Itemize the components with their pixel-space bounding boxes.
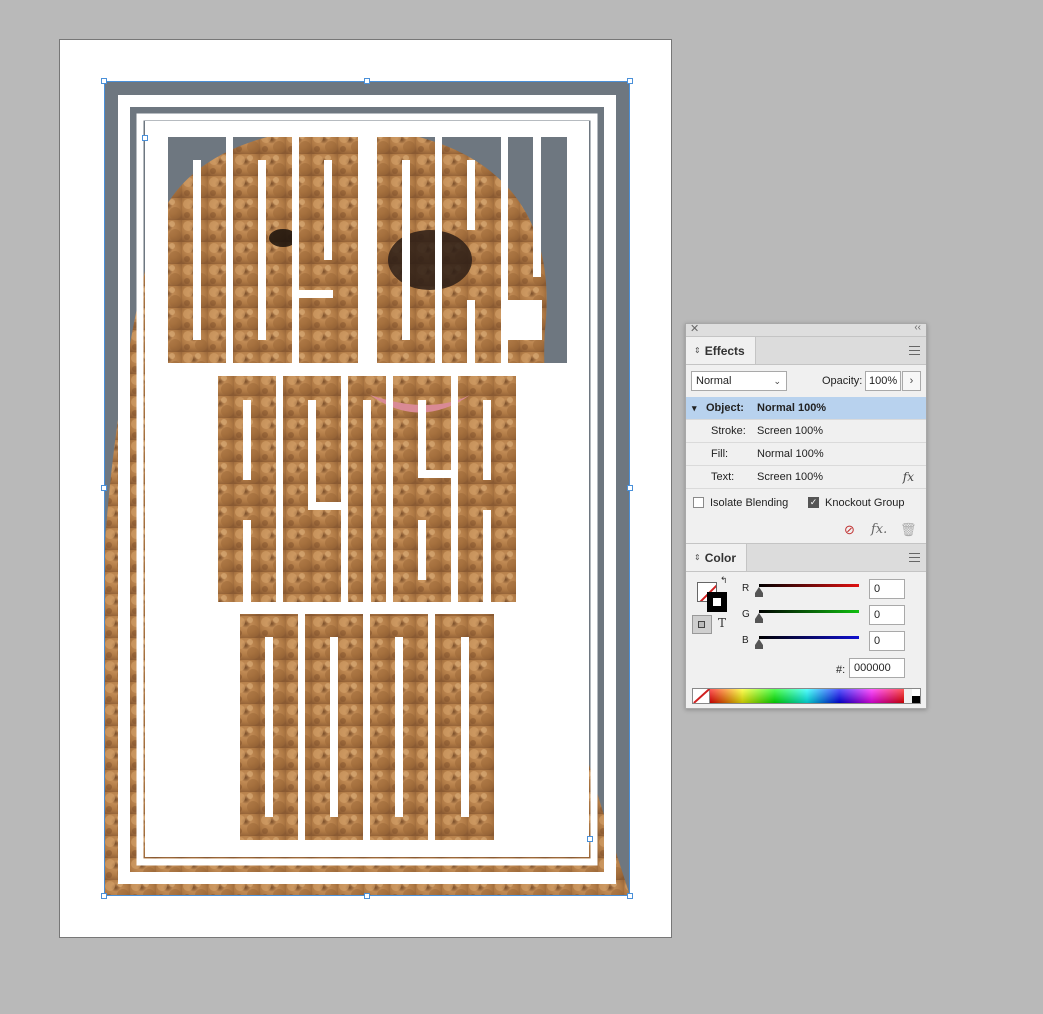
color-tabbar: ⇕ Color	[686, 544, 926, 572]
hex-label: #:	[836, 664, 846, 676]
level-stroke-value: Screen 100%	[757, 425, 824, 437]
chevron-down-icon: ⌄	[773, 376, 781, 386]
selection-handle-bottom-center[interactable]	[364, 893, 370, 899]
channel-b-label: B	[742, 635, 749, 646]
effects-panel-menu-icon[interactable]	[909, 346, 920, 355]
fx-icon: fx	[902, 470, 914, 484]
text-frame-handle-bottom-right[interactable]	[587, 836, 593, 842]
knockout-group-label: Knockout Group	[825, 497, 905, 509]
effects-tabbar: ⇕ Effects	[686, 337, 926, 365]
level-stroke-label: Stroke:	[711, 425, 746, 437]
channel-b-ramp[interactable]	[759, 636, 859, 639]
color-spectrum-ramp[interactable]	[692, 688, 921, 704]
isolate-blending-checkbox[interactable]	[693, 497, 704, 508]
blend-mode-value: Normal	[696, 375, 732, 387]
floating-panel-group: ✕ ‹‹ ⇕ Effects Normal ⌄ Opacity: 100% › …	[685, 322, 927, 712]
selection-handle-bottom-left[interactable]	[101, 893, 107, 899]
level-object[interactable]: ▾ Object: Normal 100%	[686, 397, 926, 420]
effects-tab-label: Effects	[704, 343, 745, 358]
level-text-label: Text:	[711, 471, 735, 483]
selection-handle-top-center[interactable]	[364, 78, 370, 84]
channel-r-input[interactable]: 0	[869, 579, 905, 599]
close-icon[interactable]: ✕	[690, 322, 699, 335]
tab-color[interactable]: ⇕ Color	[686, 544, 748, 571]
level-fill[interactable]: Fill: Normal 100%	[686, 443, 926, 466]
color-panel-menu-icon[interactable]	[909, 553, 920, 562]
level-text-value: Screen 100%	[757, 471, 824, 483]
channel-b-input[interactable]: 0	[869, 631, 905, 651]
swap-fill-stroke-icon[interactable]: ↰	[720, 575, 728, 586]
opacity-slider-button[interactable]: ›	[902, 371, 921, 391]
selection-handle-top-left[interactable]	[101, 78, 107, 84]
level-stroke[interactable]: Stroke: Screen 100%	[686, 420, 926, 443]
blending-options-row: Isolate Blending ✓ Knockout Group	[686, 489, 926, 517]
selection-handle-top-right[interactable]	[627, 78, 633, 84]
selection-handle-middle-right[interactable]	[627, 485, 633, 491]
dog-nose	[388, 230, 472, 290]
formatting-text-button[interactable]: T	[718, 616, 726, 630]
black-white-swatch[interactable]	[912, 689, 920, 703]
tab-expand-icon[interactable]: ⇕	[694, 553, 701, 562]
selection-handle-bottom-right[interactable]	[627, 893, 633, 899]
collapse-icon[interactable]: ‹‹	[914, 322, 921, 333]
panel-title-strip[interactable]: ✕ ‹‹	[686, 322, 926, 337]
channel-g-ramp[interactable]	[759, 610, 859, 613]
channel-r-label: R	[742, 583, 750, 594]
opacity-label: Opacity:	[822, 375, 863, 387]
formatting-container-button[interactable]	[692, 615, 712, 634]
level-object-value: Normal 100%	[757, 402, 827, 414]
blend-mode-select[interactable]: Normal ⌄	[691, 371, 787, 391]
level-fill-label: Fill:	[711, 448, 729, 460]
opacity-input[interactable]: 100%	[865, 371, 901, 391]
color-tab-label: Color	[704, 550, 737, 565]
add-fx-icon[interactable]: fx.	[871, 522, 887, 537]
knockout-group-checkbox[interactable]: ✓	[808, 497, 819, 508]
channel-g-slider-thumb-base[interactable]	[755, 619, 763, 623]
tab-expand-icon[interactable]: ⇕	[694, 346, 701, 355]
color-sliders: ↰ T R 0 G 0 B 0 #: 000000	[686, 572, 926, 712]
channel-r-slider-thumb-base[interactable]	[755, 593, 763, 597]
level-fill-value: Normal 100%	[757, 448, 824, 460]
trash-icon[interactable]: 🗑	[900, 522, 917, 538]
spectrum-bar[interactable]	[710, 689, 904, 703]
isolate-blending-label: Isolate Blending	[710, 497, 789, 509]
clear-effects-icon[interactable]: ⊘	[844, 522, 855, 538]
selection-handle-middle-left[interactable]	[101, 485, 107, 491]
hex-input[interactable]: 000000	[849, 658, 905, 678]
level-object-label: Object:	[706, 402, 744, 414]
stroke-swatch-black[interactable]	[707, 592, 727, 612]
none-swatch-icon[interactable]	[693, 689, 710, 703]
effects-footer-icons: ⊘ fx. 🗑	[686, 517, 926, 544]
channel-g-label: G	[742, 609, 750, 620]
channel-g-input[interactable]: 0	[869, 605, 905, 625]
channel-r-ramp[interactable]	[759, 584, 859, 587]
channel-b-slider-thumb-base[interactable]	[755, 645, 763, 649]
tab-effects[interactable]: ⇕ Effects	[686, 337, 756, 364]
blend-row: Normal ⌄ Opacity: 100% ›	[686, 365, 926, 397]
text-frame-handle-top-left[interactable]	[142, 135, 148, 141]
level-text[interactable]: Text: Screen 100% fx	[686, 466, 926, 489]
disclosure-triangle-icon[interactable]: ▾	[692, 397, 697, 419]
